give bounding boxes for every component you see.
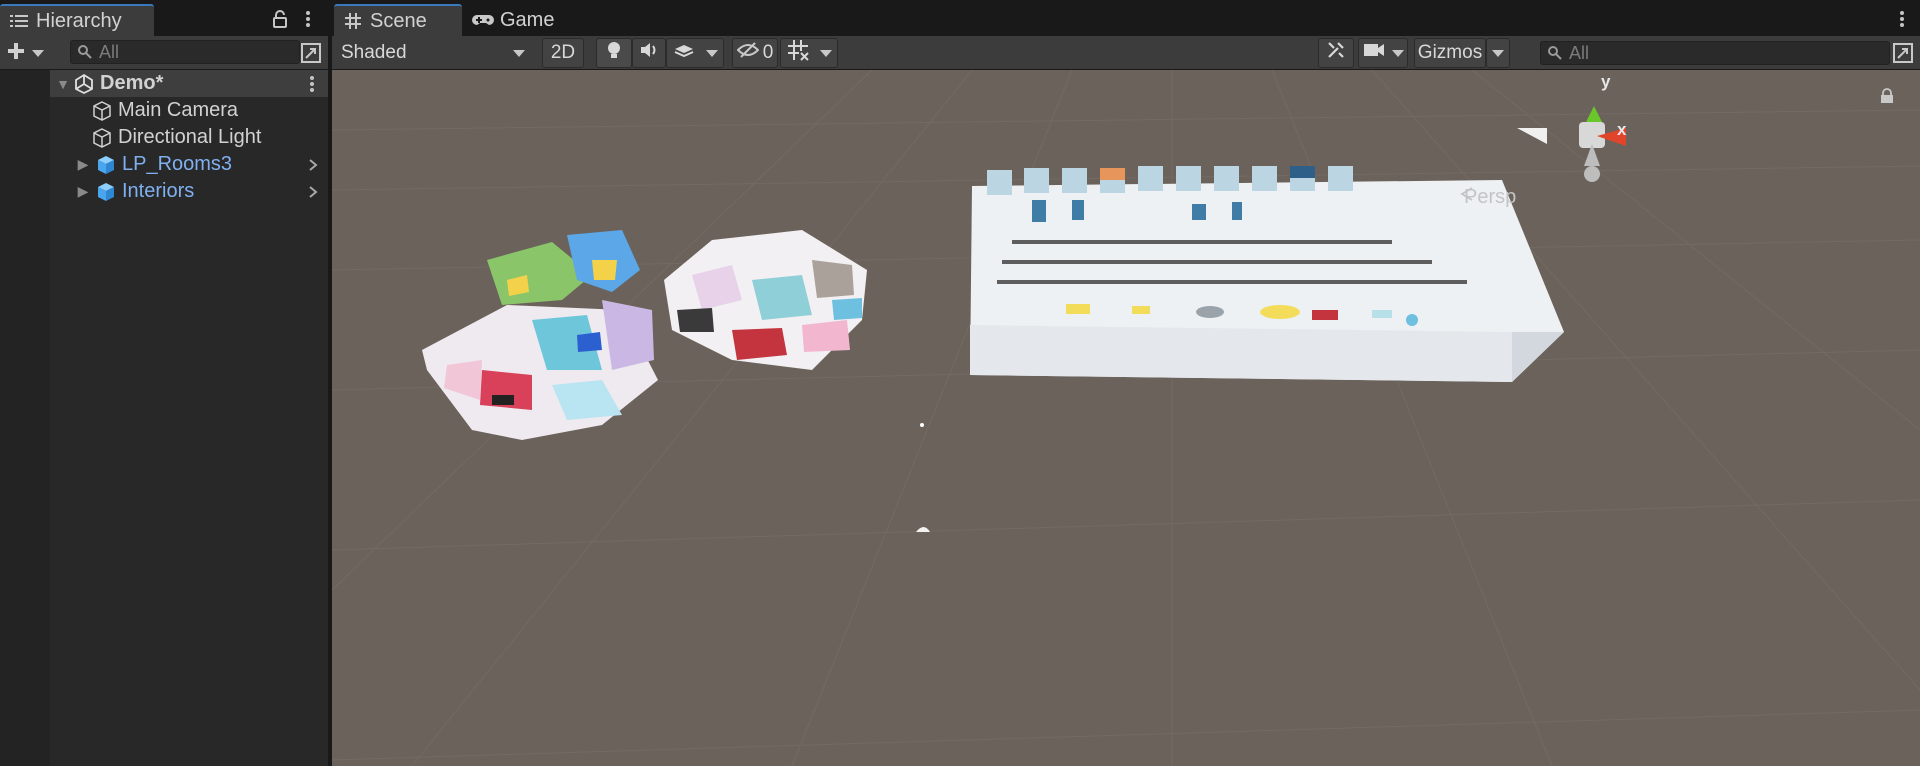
search-icon [77,44,93,60]
expand-triangle-icon[interactable]: ▶ [74,183,92,201]
prefab-cube-icon [94,180,118,204]
scene-tabstrip: Scene Game [332,0,1920,36]
tab-scene[interactable]: Scene [334,4,462,36]
tab-game[interactable]: Game [464,4,584,36]
hierarchy-item-interiors[interactable]: ▶ Interiors [74,178,328,205]
audio-toggle-button[interactable] [632,38,666,68]
gamepad-icon [472,9,494,31]
hierarchy-item-label: Interiors [122,180,195,202]
more-options-icon[interactable] [1892,8,1912,30]
layers-effects-icon [673,41,695,65]
scene-search-placeholder: All [1569,42,1590,63]
chevron-down-icon [513,49,525,57]
gameobject-cube-icon [90,126,114,150]
expand-triangle-icon[interactable]: ▶ [74,156,92,174]
more-options-icon[interactable] [298,8,318,30]
effects-dropdown[interactable] [666,38,724,68]
shading-mode-dropdown[interactable]: Shaded [334,38,536,68]
tools-settings-button[interactable] [1318,38,1354,68]
grid-snapping-dropdown[interactable] [780,38,838,68]
lighting-toggle-button[interactable] [596,38,632,68]
camera-icon [1363,42,1385,64]
expand-triangle-icon[interactable]: ▼ [54,75,72,93]
tab-hierarchy-label: Hierarchy [36,9,122,32]
scene-toolbar: Shaded 2D 0 Gizmos All [332,36,1920,70]
light-gizmo [920,423,924,427]
search-icon [1547,45,1563,61]
search-expand-icon[interactable] [1892,42,1914,64]
hierarchy-gutter [0,70,50,766]
axis-y-label: y [1601,72,1611,91]
rooms-cluster-middle [664,230,867,370]
rooms-cluster-left [422,230,658,440]
tools-icon [1326,40,1346,66]
plus-icon [6,41,26,66]
axis-x-label: x [1617,120,1627,139]
eye-slash-icon [736,42,760,64]
list-icon [8,10,30,32]
tab-hierarchy[interactable]: Hierarchy [0,4,154,36]
shading-mode-label: Shaded [341,42,407,63]
hierarchy-item-label: Directional Light [118,126,262,148]
orientation-gizmo[interactable]: y x [1512,70,1632,200]
gizmos-label: Gizmos [1417,42,1483,63]
axis-neg-x-cone [1517,128,1547,144]
tab-scene-label: Scene [370,9,427,32]
chevron-down-icon [1492,49,1504,57]
scene-render [332,70,1920,766]
chevron-right-icon[interactable] [306,181,320,203]
chevron-right-icon[interactable] [306,154,320,176]
camera-gizmo [916,527,930,532]
hierarchy-item-label: Main Camera [118,99,239,121]
hierarchy-search-input[interactable]: All [70,40,300,64]
tab-game-label: Game [500,8,555,31]
more-options-icon[interactable] [304,73,320,95]
scene-panel: Scene Game Shaded 2D 0 Gizmos All y x Pe… [332,0,1920,766]
chevron-down-icon [32,49,44,57]
unity-logo-icon [72,72,96,96]
projection-toggle[interactable]: Persp [1460,186,1516,209]
chevron-down-icon [705,49,718,57]
search-expand-icon[interactable] [300,42,322,64]
grid-icon [342,10,364,32]
toggle-2d-label: 2D [550,42,576,63]
prefab-cube-icon [94,153,118,177]
lightbulb-icon [605,40,623,66]
hierarchy-search-placeholder: All [99,41,120,62]
hierarchy-tabstrip: Hierarchy [0,0,328,36]
scene-viewport[interactable]: y x Persp [332,70,1920,766]
hierarchy-panel: Hierarchy All ▼ Demo* Main Camera Direct… [0,0,330,766]
scene-name: Demo* [100,72,164,94]
hierarchy-item-label: LP_Rooms3 [122,153,233,175]
gameobject-cube-icon [90,99,114,123]
hierarchy-item-directional-light[interactable]: Directional Light [90,124,328,151]
scene-row-demo[interactable]: ▼ Demo* [50,70,328,97]
scene-visibility-button[interactable]: 0 [732,38,778,68]
hierarchy-toolbar: All [0,36,328,70]
hidden-count: 0 [762,42,774,63]
lock-icon[interactable] [270,8,290,30]
grid-snap-icon [787,39,809,67]
hierarchy-item-main-camera[interactable]: Main Camera [90,97,328,124]
toggle-2d-button[interactable]: 2D [542,38,584,68]
chevron-down-icon [1391,49,1404,57]
camera-settings-dropdown[interactable] [1358,38,1408,68]
speaker-icon [639,41,659,65]
gizmo-lock-icon[interactable] [1880,88,1896,104]
create-button[interactable] [6,41,50,65]
gizmos-dropdown[interactable] [1486,38,1510,68]
hierarchy-item-lp-rooms3[interactable]: ▶ LP_Rooms3 [74,151,328,178]
gizmos-button[interactable]: Gizmos [1414,38,1486,68]
chevron-down-icon [819,49,832,57]
scene-search-input[interactable]: All [1540,41,1890,65]
